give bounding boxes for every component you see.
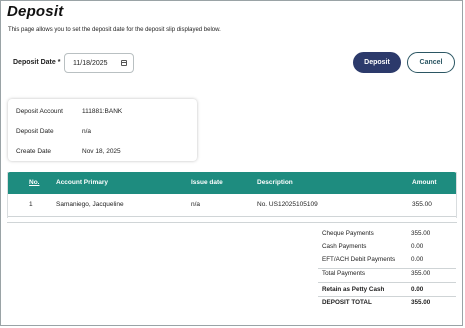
table-row: 1 Samaniego, Jacqueline n/a No. US120251… — [7, 194, 457, 217]
deposit-date-input[interactable]: 11/18/2025 — [64, 53, 134, 73]
info-label: Deposit Account — [16, 108, 63, 115]
summary-value: 355.00 — [411, 230, 431, 237]
deposit-info-card: Deposit Account 111881:BANK Deposit Date… — [8, 99, 197, 161]
summary-divider — [7, 222, 457, 223]
cell-no: 1 — [29, 201, 33, 208]
page-title: Deposit — [7, 3, 64, 20]
table-header: No. Account Primary Issue date Descripti… — [7, 172, 457, 194]
summary-row-petty-cash: Retain as Petty Cash 0.00 — [322, 286, 423, 293]
summary-value: 0.00 — [411, 286, 424, 293]
summary-label: Retain as Petty Cash — [322, 286, 385, 293]
cancel-button[interactable]: Cancel — [407, 52, 455, 73]
page-frame — [0, 0, 463, 326]
summary-value: 355.00 — [411, 299, 431, 306]
summary-label: Total Payments — [322, 270, 366, 277]
calendar-icon[interactable] — [121, 60, 127, 66]
summary-line — [318, 268, 456, 269]
deposit-items-table: No. Account Primary Issue date Descripti… — [7, 172, 457, 219]
page-subtitle: This page allows you to set the deposit … — [8, 27, 221, 33]
cell-description: No. US12025105109 — [257, 201, 318, 208]
summary-row-cash: Cash Payments 0.00 — [322, 243, 423, 250]
summary-label: Cash Payments — [322, 243, 367, 250]
summary-value: 0.00 — [411, 243, 424, 250]
summary-line — [318, 296, 456, 297]
cell-amount: 355.00 — [412, 201, 432, 208]
summary-row-cheque: Cheque Payments 355.00 — [322, 230, 430, 237]
summary-label: Cheque Payments — [322, 230, 374, 237]
summary-label: EFT/ACH Debit Payments — [322, 256, 396, 263]
column-header-no[interactable]: No. — [29, 179, 39, 186]
deposit-date-label: Deposit Date * — [13, 59, 61, 66]
summary-row-eft: EFT/ACH Debit Payments 0.00 — [322, 256, 423, 263]
column-header-account-primary: Account Primary — [56, 179, 109, 186]
summary-label: DEPOSIT TOTAL — [322, 299, 372, 306]
summary-line — [318, 282, 456, 283]
summary-row-deposit-total: DEPOSIT TOTAL 355.00 — [322, 299, 430, 306]
column-header-issue-date: Issue date — [191, 179, 223, 186]
info-label: Create Date — [16, 148, 52, 155]
summary-value: 355.00 — [411, 270, 431, 277]
summary-row-total-payments: Total Payments 355.00 — [322, 270, 430, 277]
cell-issue-date: n/a — [191, 201, 201, 208]
summary-value: 0.00 — [411, 256, 424, 263]
column-header-description: Description — [257, 179, 293, 186]
info-value: 111881:BANK — [82, 108, 123, 115]
cell-account-primary: Samaniego, Jacqueline — [56, 201, 124, 208]
deposit-button[interactable]: Deposit — [353, 52, 401, 73]
deposit-date-value: 11/18/2025 — [73, 60, 108, 67]
info-label: Deposit Date — [16, 128, 54, 135]
info-value: n/a — [82, 128, 92, 135]
info-value: Nov 18, 2025 — [82, 148, 121, 155]
column-header-amount: Amount — [412, 179, 437, 186]
